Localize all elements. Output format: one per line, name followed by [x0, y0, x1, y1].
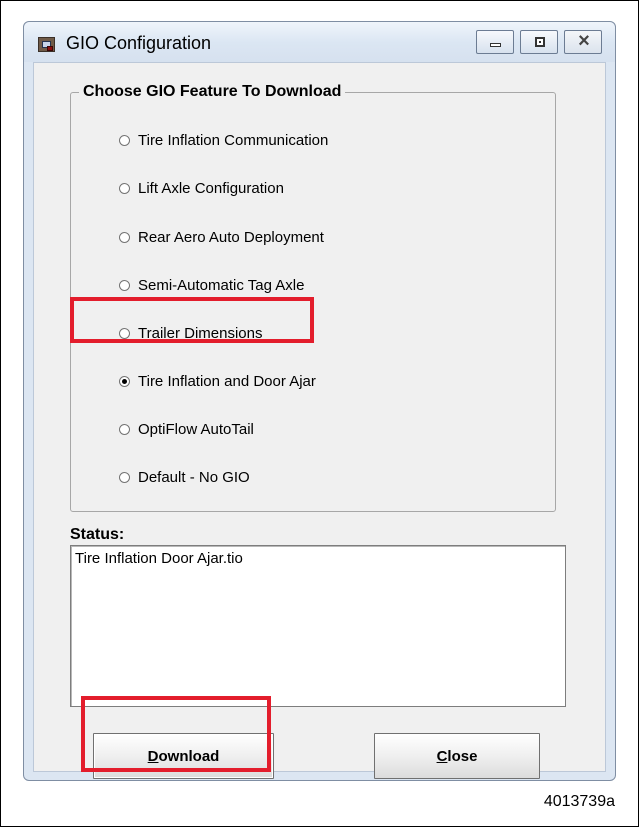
close-icon: × [578, 30, 590, 52]
title-bar[interactable]: GIO Configuration × [24, 22, 615, 62]
close-mnemonic: C [436, 747, 448, 765]
radio-option-label: Tire Inflation and Door Ajar [138, 372, 316, 390]
status-label: Status: [70, 526, 125, 543]
close-label-rest: lose [447, 747, 478, 765]
radio-option-label: Trailer Dimensions [138, 324, 263, 342]
radio-option-tire-inflation-and-door-ajar[interactable]: Tire Inflation and Door Ajar [119, 367, 316, 395]
close-button[interactable]: Close [374, 733, 540, 779]
radio-option-optiflow-autotail[interactable]: OptiFlow AutoTail [119, 415, 254, 443]
radio-option-default-no-gio[interactable]: Default - No GIO [119, 463, 250, 491]
radio-option-label: OptiFlow AutoTail [138, 420, 254, 438]
radio-option-label: Rear Aero Auto Deployment [138, 228, 324, 246]
radio-button-selected[interactable] [119, 375, 130, 387]
radio-button[interactable] [119, 327, 130, 339]
window-client-area: Choose GIO Feature To Download Tire Infl… [33, 62, 606, 779]
minimize-button[interactable] [476, 30, 514, 54]
radio-button[interactable] [119, 134, 130, 146]
close-button-label: Close [437, 748, 478, 765]
radio-button[interactable] [119, 231, 130, 243]
figure-frame: GIO Configuration × Choose GIO Feature T… [0, 0, 639, 827]
gio-configuration-window: GIO Configuration × Choose GIO Feature T… [23, 21, 616, 781]
download-mnemonic: D [147, 747, 159, 765]
radio-button[interactable] [119, 279, 130, 291]
download-button-label: Download [148, 748, 220, 765]
radio-button[interactable] [119, 182, 130, 194]
feature-groupbox-label: Choose GIO Feature To Download [79, 82, 346, 102]
radio-option-trailer-dimensions[interactable]: Trailer Dimensions [119, 319, 262, 347]
minimize-icon [490, 43, 501, 47]
application-icon [38, 37, 55, 52]
radio-option-label: Tire Inflation Communication [138, 131, 329, 149]
radio-option-tire-inflation-communication[interactable]: Tire Inflation Communication [119, 126, 328, 154]
radio-button[interactable] [119, 471, 130, 483]
radio-option-label: Lift Axle Configuration [138, 179, 284, 197]
window-title: GIO Configuration [66, 33, 212, 53]
download-label-rest: ownload [158, 747, 220, 765]
maximize-icon [535, 37, 545, 47]
maximize-button[interactable] [520, 30, 558, 54]
radio-option-label: Default - No GIO [138, 468, 250, 486]
radio-option-label: Semi-Automatic Tag Axle [138, 276, 305, 294]
window-controls: × [470, 30, 602, 54]
radio-option-rear-aero-auto-deployment[interactable]: Rear Aero Auto Deployment [119, 223, 324, 251]
figure-id: 4013739a [543, 793, 615, 810]
radio-option-lift-axle-configuration[interactable]: Lift Axle Configuration [119, 174, 284, 202]
download-button[interactable]: Download [93, 733, 274, 779]
window-close-button[interactable]: × [564, 30, 602, 54]
feature-groupbox: Choose GIO Feature To Download Tire Infl… [70, 82, 556, 512]
radio-option-semi-automatic-tag-axle[interactable]: Semi-Automatic Tag Axle [119, 271, 304, 299]
radio-button[interactable] [119, 423, 130, 435]
status-output[interactable]: Tire Inflation Door Ajar.tio [70, 545, 566, 707]
